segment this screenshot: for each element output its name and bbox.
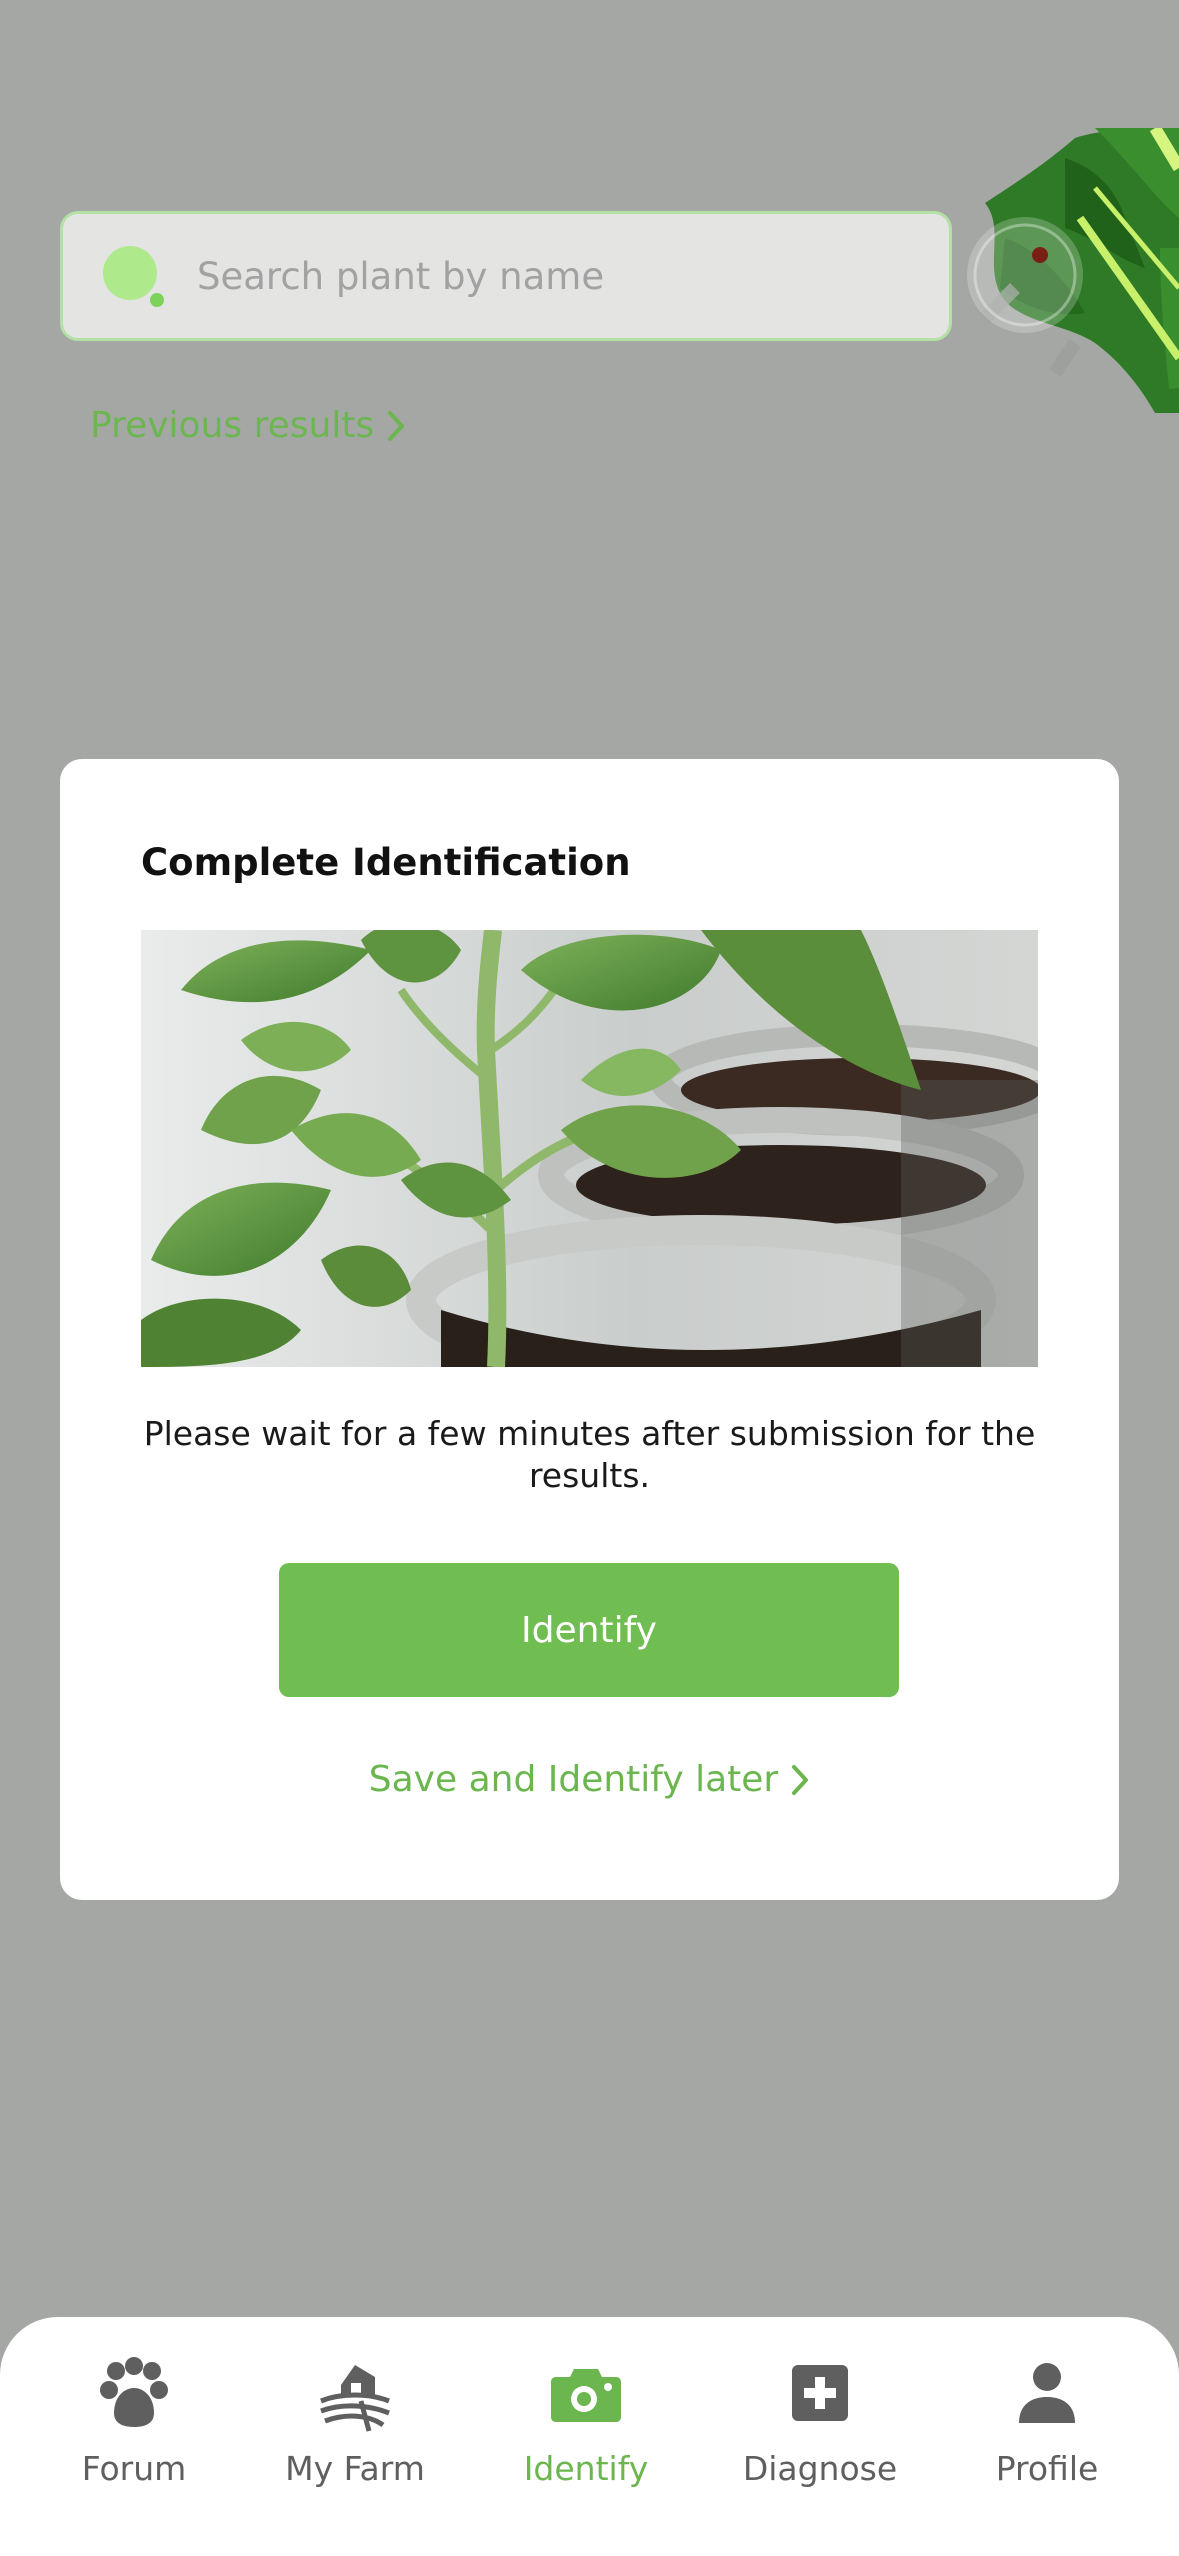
search-input[interactable] [195, 253, 919, 299]
nav-item-diagnose[interactable]: Diagnose [710, 2317, 930, 2556]
nav-label-identify: Identify [523, 2449, 649, 2488]
camera-icon [551, 2369, 621, 2422]
assistant-bubble-icon [967, 217, 1083, 333]
nav-item-profile[interactable]: Profile [937, 2317, 1157, 2556]
monstera-leaf-decoration [945, 124, 1179, 413]
identification-modal: Complete Identification Please wait for … [60, 759, 1119, 1900]
nav-label-profile: Profile [995, 2449, 1099, 2488]
farm-icon [320, 2365, 390, 2432]
previous-results-link[interactable]: Previous results [90, 405, 406, 446]
search-bar[interactable] [60, 211, 952, 341]
chevron-right-icon [792, 1764, 809, 1795]
nav-label-my-farm: My Farm [285, 2449, 425, 2488]
person-icon [1019, 2363, 1075, 2423]
nav-item-forum[interactable]: Forum [24, 2317, 244, 2556]
nav-label-forum: Forum [81, 2449, 187, 2488]
search-icon [103, 246, 164, 307]
save-later-label: Save and Identify later [368, 1759, 779, 1800]
modal-title: Complete Identification [141, 841, 631, 884]
save-and-identify-later-link[interactable]: Save and Identify later [60, 1759, 1119, 1800]
modal-message: Please wait for a few minutes after subm… [143, 1414, 1036, 1495]
nav-item-identify[interactable]: Identify [476, 2317, 696, 2556]
nav-label-diagnose: Diagnose [742, 2449, 898, 2488]
nav-item-my-farm[interactable]: My Farm [245, 2317, 465, 2556]
chevron-right-icon [388, 410, 405, 441]
identify-button[interactable]: Identify [279, 1563, 899, 1697]
previous-results-label: Previous results [90, 405, 375, 446]
bottom-navigation: Forum My Farm Identify Diagnose Profile [0, 2317, 1179, 2556]
medical-plus-icon [792, 2365, 848, 2421]
paw-icon [100, 2357, 168, 2427]
plant-photo [141, 930, 1038, 1367]
